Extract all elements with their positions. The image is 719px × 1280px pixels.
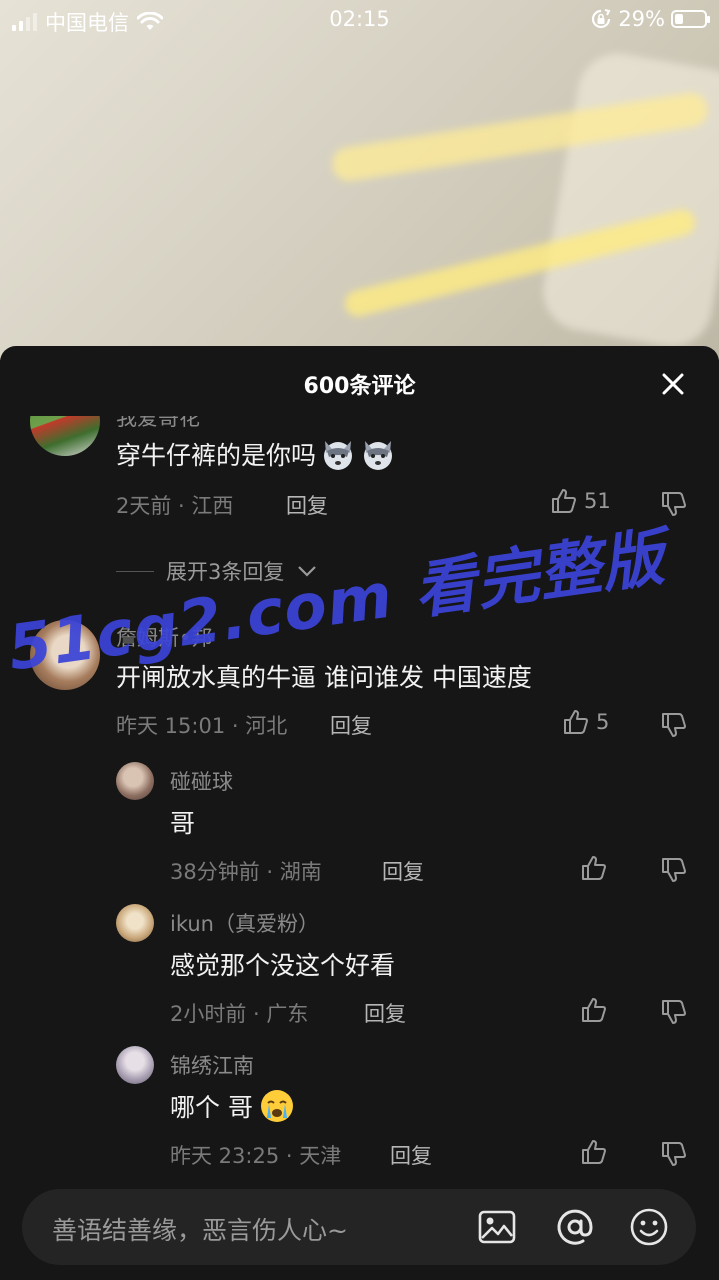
comments-sheet: 600条评论 我爱哥花 穿牛仔裤的是你吗 2天前 · 江西 回复 51 展开3条… <box>0 346 719 1280</box>
status-bar: 中国电信 02:15 29% <box>0 0 719 40</box>
thumbs-down-icon[interactable] <box>660 1140 688 1168</box>
thumbs-down-icon[interactable] <box>660 490 688 518</box>
avatar[interactable] <box>116 762 154 800</box>
thumbs-down-icon[interactable] <box>660 998 688 1026</box>
sheet-title: 600条评论 <box>303 374 416 399</box>
comment-input-placeholder: 善语结善缘，恶言伤人心~ <box>52 1216 348 1245</box>
wolf-emoji <box>324 441 353 470</box>
reply-author[interactable]: 锦绣江南 <box>170 1050 254 1080</box>
reply-button[interactable]: 回复 <box>364 998 406 1028</box>
like-count: 51 <box>584 489 611 513</box>
like-button[interactable]: 51 <box>550 487 611 515</box>
thumbs-up-icon <box>564 710 588 734</box>
battery-icon <box>671 10 710 28</box>
reply-button[interactable]: 回复 <box>286 490 328 520</box>
video-player[interactable] <box>0 0 719 360</box>
avatar[interactable] <box>116 1046 154 1084</box>
like-button[interactable]: 5 <box>562 708 609 736</box>
reply-button[interactable]: 回复 <box>330 710 372 740</box>
comment-text: 穿牛仔裤的是你吗 <box>116 441 317 470</box>
thumbs-up-icon[interactable] <box>580 854 608 882</box>
comment-input-bar: 善语结善缘，恶言伤人心~ <box>0 1185 719 1280</box>
crying-emoji <box>260 1090 293 1122</box>
rotation-lock-icon <box>592 9 611 29</box>
divider <box>116 570 154 572</box>
like-count: 5 <box>596 710 610 734</box>
comment-meta: 2天前 · 江西 <box>116 494 234 518</box>
avatar[interactable] <box>116 904 154 942</box>
thumbs-down-icon[interactable] <box>660 711 688 739</box>
emoji-icon[interactable] <box>628 1206 670 1248</box>
reply-author[interactable]: 碰碰球 <box>170 766 233 796</box>
thumbs-up-icon[interactable] <box>580 1138 608 1166</box>
wolf-emoji <box>364 441 393 470</box>
at-icon[interactable] <box>554 1206 596 1248</box>
reply-button[interactable]: 回复 <box>390 1140 432 1170</box>
thumbs-up-icon[interactable] <box>580 996 608 1024</box>
avatar[interactable] <box>30 416 100 456</box>
reply-author[interactable]: ikun（真爱粉） <box>170 908 319 938</box>
comment-input[interactable]: 善语结善缘，恶言伤人心~ <box>22 1189 696 1265</box>
close-icon[interactable] <box>659 370 687 398</box>
reply-button[interactable]: 回复 <box>382 856 424 886</box>
reply-meta: 2小时前 · 广东 <box>170 1002 309 1026</box>
comment-meta: 昨天 15:01 · 河北 <box>116 714 288 738</box>
reply-text: 哪个 哥 <box>170 1093 253 1122</box>
battery-percent: 29% <box>618 7 665 31</box>
comment-author[interactable]: 我爱哥花 <box>116 416 200 432</box>
thumbs-up-icon <box>552 489 576 513</box>
thumbs-down-icon[interactable] <box>660 856 688 884</box>
reply-meta: 38分钟前 · 湖南 <box>170 860 322 884</box>
reply-text: 哥 <box>170 809 196 838</box>
reply-meta: 昨天 23:25 · 天津 <box>170 1144 342 1168</box>
reply-text: 感觉那个没这个好看 <box>170 951 396 980</box>
image-icon[interactable] <box>476 1206 518 1248</box>
